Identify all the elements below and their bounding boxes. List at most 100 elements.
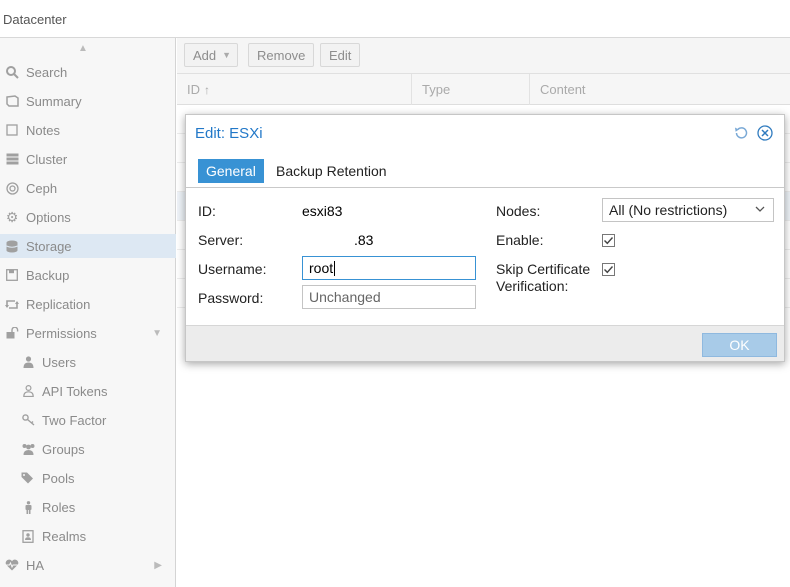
toolbar: Add ▼ Remove Edit [177, 38, 790, 74]
remove-button-label: Remove [257, 47, 306, 63]
note-icon [4, 122, 20, 138]
skip-cert-label-line1: Skip Certificate [496, 261, 591, 277]
close-icon[interactable] [757, 125, 773, 141]
tags-icon [20, 470, 36, 486]
sidebar-item-ha[interactable]: HA ▶ [0, 553, 176, 577]
sidebar-item-label: Backup [26, 267, 70, 283]
book-icon [4, 93, 20, 109]
sidebar-item-backup[interactable]: Backup [0, 263, 176, 287]
skip-cert-checkbox[interactable] [602, 263, 615, 276]
column-header-label: Content [540, 82, 586, 97]
sidebar-item-label: HA [26, 557, 45, 573]
users-icon [20, 441, 36, 457]
ok-button-label: OK [729, 337, 750, 353]
sidebar-item-label: Users [42, 354, 76, 370]
username-label: Username: [198, 261, 267, 277]
dialog-title: Edit: ESXi [195, 125, 263, 142]
sidebar-item-roles[interactable]: Roles [0, 495, 176, 519]
sidebar-item-label: Pools [42, 470, 75, 486]
sidebar-item-cluster[interactable]: Cluster [0, 147, 176, 171]
ceph-icon [4, 180, 20, 196]
sidebar-item-label: API Tokens [42, 383, 108, 399]
sidebar-item-label: Realms [42, 528, 87, 544]
male-icon [20, 499, 36, 515]
tab-general[interactable]: General [198, 159, 264, 183]
password-label: Password: [198, 290, 264, 306]
sidebar-item-label: Ceph [26, 180, 58, 196]
sidebar-item-label: Notes [26, 122, 60, 138]
edit-button-label: Edit [329, 47, 352, 63]
sidebar-item-api-tokens[interactable]: API Tokens [0, 379, 176, 403]
tab-backup-retention[interactable]: Backup Retention [268, 159, 395, 183]
sidebar: ▲ Search Summary Notes Cluster Ceph ⚙ Op… [0, 38, 176, 587]
sidebar-item-label: Storage [26, 238, 72, 254]
breadcrumb-datacenter[interactable]: Datacenter [3, 12, 67, 27]
grid-header: ID ↑ Type Content [177, 74, 790, 105]
chevron-down-icon: ▼ [222, 50, 232, 60]
add-button[interactable]: Add ▼ [184, 43, 238, 67]
sidebar-item-search[interactable]: Search [0, 60, 176, 84]
ok-button[interactable]: OK [702, 333, 777, 357]
dialog-footer: OK [186, 325, 784, 361]
sidebar-item-permissions[interactable]: Permissions ▼ [0, 321, 176, 345]
sidebar-item-label: Groups [42, 441, 85, 457]
column-header-id[interactable]: ID ↑ [177, 74, 412, 105]
nodes-selected-value: All (No restrictions) [609, 202, 728, 218]
address-book-icon [20, 528, 36, 544]
remove-button[interactable]: Remove [248, 43, 315, 67]
sidebar-item-summary[interactable]: Summary [0, 89, 176, 113]
server-label: Server: [198, 232, 244, 248]
sidebar-item-label: Cluster [26, 151, 68, 167]
sidebar-item-pools[interactable]: Pools [0, 466, 176, 490]
sidebar-item-replication[interactable]: Replication [0, 292, 176, 316]
sidebar-item-label: Options [26, 209, 71, 225]
floppy-icon [4, 267, 20, 283]
sidebar-item-label: Two Factor [42, 412, 107, 428]
username-field[interactable]: root [302, 256, 476, 280]
retweet-icon [4, 296, 20, 312]
tab-label: Backup Retention [276, 163, 387, 179]
edit-storage-dialog: Edit: ESXi General Backup Retention ID: … [185, 114, 785, 362]
column-header-type[interactable]: Type [412, 74, 530, 105]
sidebar-item-groups[interactable]: Groups [0, 437, 176, 461]
password-field[interactable]: Unchanged [302, 285, 476, 309]
sidebar-item-users[interactable]: Users [0, 350, 176, 374]
edit-button[interactable]: Edit [320, 43, 361, 67]
general-form: ID: esxi83 Server: .83 Username: root Pa… [186, 188, 784, 325]
heartbeat-icon [4, 557, 20, 573]
nodes-select[interactable]: All (No restrictions) [602, 198, 774, 222]
undo-icon[interactable] [733, 125, 749, 141]
key-icon [20, 412, 36, 428]
sort-asc-icon: ↑ [204, 82, 210, 97]
sidebar-item-realms[interactable]: Realms [0, 524, 176, 548]
id-value: esxi83 [302, 203, 343, 219]
chevron-down-icon[interactable]: ▼ [152, 328, 162, 339]
column-header-content[interactable]: Content [530, 74, 790, 105]
user-icon [20, 354, 36, 370]
sidebar-item-label: Search [26, 64, 68, 80]
sidebar-item-ceph[interactable]: Ceph [0, 176, 176, 200]
enable-label: Enable: [496, 232, 544, 248]
unlock-icon [4, 325, 20, 341]
tab-label: General [206, 163, 256, 179]
sidebar-item-options[interactable]: ⚙ Options [0, 205, 176, 229]
sidebar-item-two-factor[interactable]: Two Factor [0, 408, 176, 432]
chevron-right-icon[interactable]: ▶ [154, 560, 162, 571]
text-cursor [334, 260, 336, 276]
sidebar-item-notes[interactable]: Notes [0, 118, 176, 142]
id-label: ID: [198, 203, 216, 219]
chevron-down-icon [755, 204, 765, 217]
enable-checkbox[interactable] [602, 234, 615, 247]
server-value: .83 [354, 232, 374, 248]
checkmark-icon [604, 237, 614, 245]
search-icon [4, 64, 20, 80]
scroll-up-icon[interactable]: ▲ [78, 43, 92, 54]
checkmark-icon [604, 266, 614, 274]
add-button-label: Add [193, 47, 217, 63]
dialog-tabs: General Backup Retention [186, 151, 784, 188]
sidebar-item-storage[interactable]: Storage [0, 234, 176, 258]
skip-cert-label-line2: Verification: [496, 278, 569, 294]
column-header-label: Type [422, 82, 451, 97]
gear-icon: ⚙ [5, 208, 19, 225]
sidebar-item-label: Roles [42, 499, 76, 515]
